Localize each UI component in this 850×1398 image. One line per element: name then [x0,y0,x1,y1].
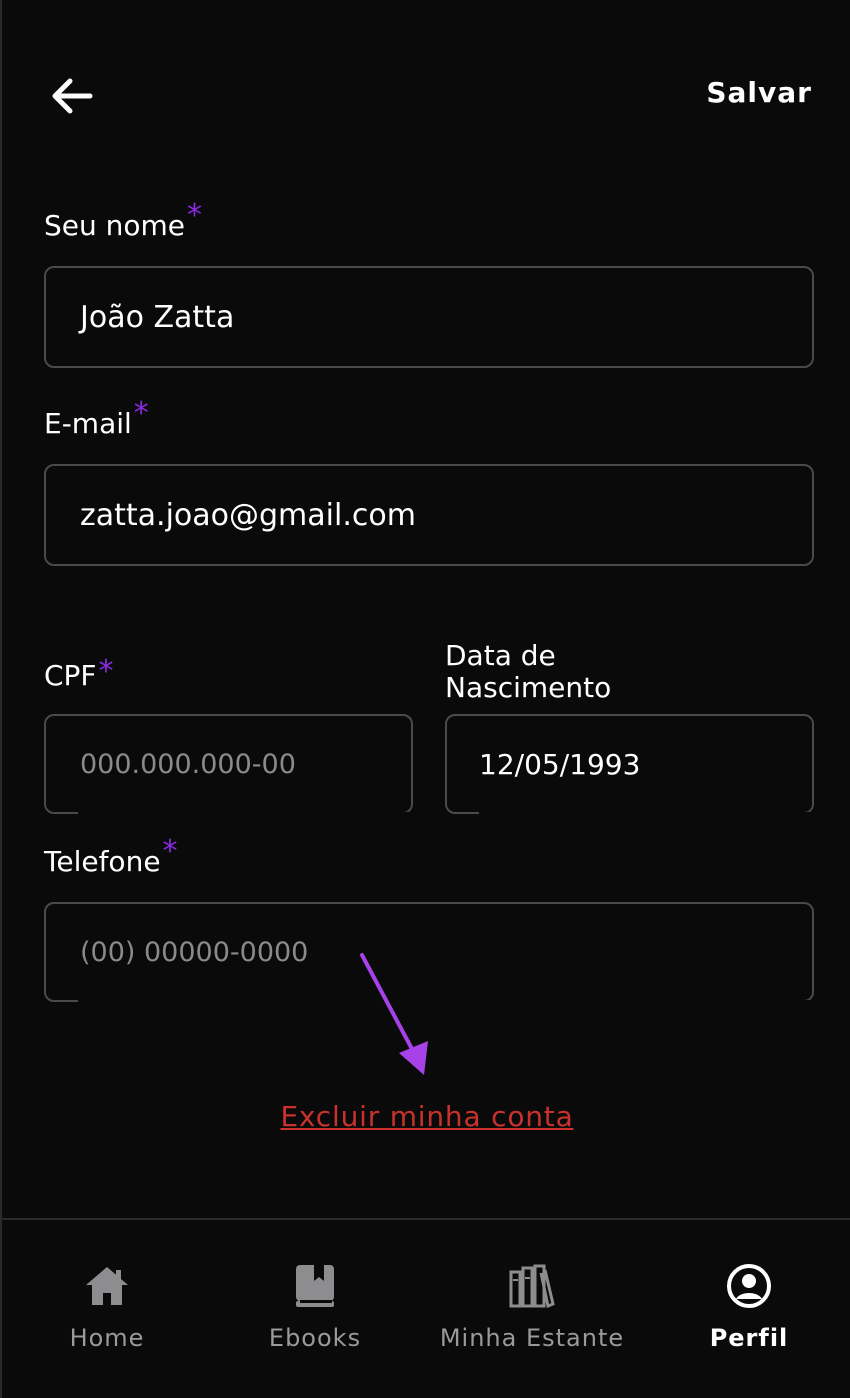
phone-label-text: Telefone [44,845,161,878]
email-field-value: zatta.joao@gmail.com [80,497,416,533]
nav-label-perfil: Perfil [709,1324,789,1352]
name-field[interactable]: João Zatta [44,266,814,368]
field-underline [78,812,411,814]
birth-date-label-line1: Data de [445,639,556,672]
save-button[interactable]: Salvar [706,76,812,109]
cpf-label: CPF* [44,656,114,692]
email-label-text: E-mail [44,407,132,440]
cpf-field[interactable]: 000.000.000-00 [44,714,413,814]
phone-placeholder: (00) 00000-0000 [80,936,309,968]
phone-label: Telefone* [44,836,178,878]
nav-item-perfil[interactable]: Perfil [649,1262,849,1352]
book-icon [296,1265,334,1307]
nav-item-ebooks[interactable]: Ebooks [215,1262,415,1352]
birth-date-field[interactable]: 12/05/1993 [445,714,814,814]
required-mark: * [187,198,203,233]
annotation-arrow [360,953,428,1075]
nav-label-home: Home [69,1324,145,1352]
name-label-text: Seu nome [44,209,186,242]
nav-item-home[interactable]: Home [7,1262,207,1352]
birth-date-value: 12/05/1993 [479,747,641,781]
field-underline [479,812,812,814]
nav-label-minha-estante: Minha Estante [439,1324,625,1352]
required-mark: * [98,654,114,689]
bottom-nav-divider [2,1218,850,1220]
birth-date-label: Data de Nascimento [445,640,611,704]
cpf-placeholder: 000.000.000-00 [80,748,296,780]
required-mark: * [162,834,178,869]
name-field-value: João Zatta [80,299,235,335]
name-label: Seu nome* [44,200,202,242]
back-button[interactable] [46,70,98,122]
email-field[interactable]: zatta.joao@gmail.com [44,464,814,566]
arrow-left-icon [52,78,93,114]
home-icon [86,1267,128,1305]
bookshelf-icon [509,1264,555,1308]
email-label: E-mail* [44,398,149,440]
nav-label-ebooks: Ebooks [268,1324,362,1352]
birth-date-label-line2: Nascimento [445,671,612,704]
required-mark: * [133,396,149,431]
nav-item-minha-estante[interactable]: Minha Estante [432,1262,632,1352]
delete-account-link[interactable]: Excluir minha conta [2,1100,850,1133]
delete-account-label: Excluir minha conta [280,1100,574,1133]
cpf-label-text: CPF [44,659,97,692]
user-circle-icon [727,1264,771,1308]
